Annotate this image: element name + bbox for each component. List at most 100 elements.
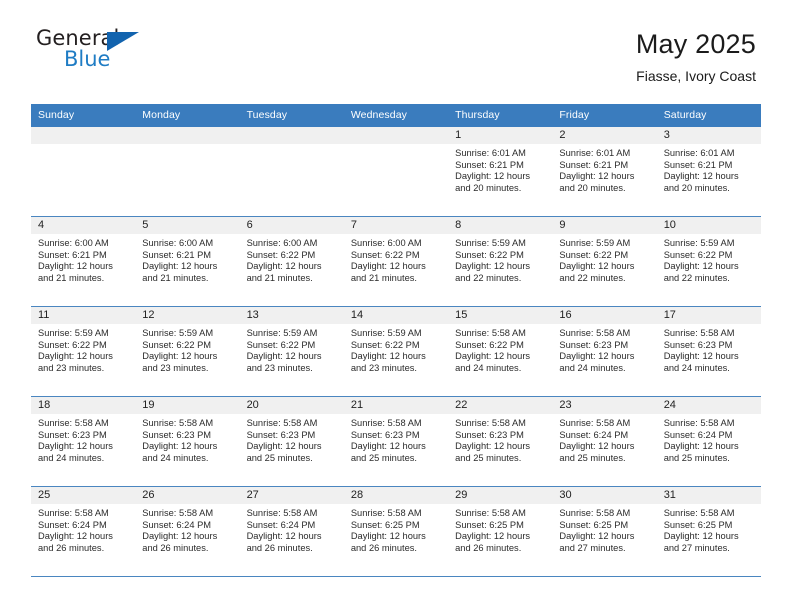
day-cell-inner: 14 Sunrise: 5:59 AM Sunset: 6:22 PM Dayligh… <box>343 307 449 396</box>
day-cell-inner: 22 Sunrise: 5:58 AM Sunset: 6:23 PM Dayligh… <box>448 397 553 486</box>
sunrise-text: Sunrise: 5:58 AM <box>559 508 631 518</box>
day-number: 16 <box>552 307 657 324</box>
weekday-header-sunday: Sunday <box>31 104 136 127</box>
day-cell-inner: 30 Sunrise: 5:58 AM Sunset: 6:25 PM Dayligh… <box>552 487 657 576</box>
calendar-day-cell[interactable]: 21 Sunrise: 5:58 AM Sunset: 6:23 PM Dayligh… <box>343 396 449 487</box>
daylight-text-line2: and 22 minutes. <box>559 272 626 283</box>
weekday-header-tuesday: Tuesday <box>239 104 344 127</box>
sunset-text: Sunset: 6:23 PM <box>246 429 316 440</box>
sunrise-text: Sunrise: 6:00 AM <box>350 238 422 248</box>
day-details: Sunrise: 5:59 AM Sunset: 6:22 PM Daylight:… <box>448 234 552 284</box>
daylight-text-line2: and 24 minutes. <box>663 362 730 373</box>
daylight-text-line1: Daylight: 12 hours <box>246 351 322 362</box>
day-cell-inner: 15 Sunrise: 5:58 AM Sunset: 6:22 PM Dayligh… <box>448 307 553 396</box>
calendar-day-cell[interactable]: 17 Sunrise: 5:58 AM Sunset: 6:23 PM Dayligh… <box>656 306 761 397</box>
sunrise-text: Sunrise: 6:01 AM <box>663 148 735 158</box>
day-cell-inner <box>31 127 136 216</box>
calendar-day-cell[interactable]: 2 Sunrise: 6:01 AM Sunset: 6:21 PM Daylight… <box>552 127 657 217</box>
day-details: Sunrise: 5:59 AM Sunset: 6:22 PM Daylight:… <box>135 324 239 374</box>
calendar-day-cell[interactable]: 1 Sunrise: 6:01 AM Sunset: 6:21 PM Daylight… <box>448 127 553 217</box>
sunrise-text: Sunrise: 5:58 AM <box>559 328 631 338</box>
calendar-day-cell[interactable]: 8 Sunrise: 5:59 AM Sunset: 6:22 PM Daylight… <box>448 216 553 307</box>
daylight-text-line1: Daylight: 12 hours <box>38 531 113 542</box>
calendar-day-cell[interactable]: 3 Sunrise: 6:01 AM Sunset: 6:21 PM Daylight… <box>656 127 761 217</box>
calendar-day-cell[interactable]: 27 Sunrise: 5:58 AM Sunset: 6:24 PM Dayligh… <box>239 486 344 577</box>
calendar-day-cell[interactable]: 19 Sunrise: 5:58 AM Sunset: 6:23 PM Dayligh… <box>135 396 240 487</box>
sunset-text: Sunset: 6:24 PM <box>38 519 107 530</box>
calendar-day-cell[interactable]: 23 Sunrise: 5:58 AM Sunset: 6:24 PM Dayligh… <box>552 396 657 487</box>
calendar-header-row-group: Sunday Monday Tuesday Wednesday Thursday… <box>31 104 761 127</box>
day-number: 13 <box>239 307 344 324</box>
weekday-header-row: Sunday Monday Tuesday Wednesday Thursday… <box>31 104 761 127</box>
calendar-day-cell[interactable]: 9 Sunrise: 5:59 AM Sunset: 6:22 PM Daylight… <box>552 216 657 307</box>
daylight-text-line1: Daylight: 12 hours <box>142 531 218 542</box>
calendar-day-cell[interactable]: 20 Sunrise: 5:58 AM Sunset: 6:23 PM Dayligh… <box>239 396 344 487</box>
calendar-day-cell[interactable]: 22 Sunrise: 5:58 AM Sunset: 6:23 PM Dayligh… <box>448 396 553 487</box>
calendar-day-cell[interactable]: 16 Sunrise: 5:58 AM Sunset: 6:23 PM Dayligh… <box>552 306 657 397</box>
sunrise-text: Sunrise: 5:59 AM <box>142 328 214 338</box>
calendar-day-cell[interactable]: 29 Sunrise: 5:58 AM Sunset: 6:25 PM Dayligh… <box>448 486 553 577</box>
general-blue-logo[interactable]: General Blue <box>36 28 156 78</box>
calendar-day-cell[interactable]: 13 Sunrise: 5:59 AM Sunset: 6:22 PM Dayligh… <box>239 306 344 397</box>
page-subtitle: Fiasse, Ivory Coast <box>636 67 756 84</box>
calendar-day-cell[interactable]: 30 Sunrise: 5:58 AM Sunset: 6:25 PM Dayligh… <box>552 486 657 577</box>
calendar-day-cell[interactable]: 18 Sunrise: 5:58 AM Sunset: 6:23 PM Dayligh… <box>31 396 136 487</box>
daylight-text-line2: and 24 minutes. <box>455 362 522 373</box>
calendar-day-cell[interactable]: 24 Sunrise: 5:58 AM Sunset: 6:24 PM Dayligh… <box>656 396 761 487</box>
day-number: 7 <box>343 217 449 234</box>
weekday-header-thursday: Thursday <box>448 104 553 127</box>
daylight-text-line1: Daylight: 12 hours <box>38 351 113 362</box>
calendar-day-cell[interactable]: 4 Sunrise: 6:00 AM Sunset: 6:21 PM Daylight… <box>31 216 136 307</box>
sunrise-text: Sunrise: 5:58 AM <box>38 508 109 518</box>
calendar-day-cell[interactable]: 12 Sunrise: 5:59 AM Sunset: 6:22 PM Dayligh… <box>135 306 240 397</box>
day-details: Sunrise: 5:58 AM Sunset: 6:23 PM Daylight:… <box>552 324 656 374</box>
day-details: Sunrise: 6:01 AM Sunset: 6:21 PM Daylight:… <box>657 144 761 194</box>
sunset-text: Sunset: 6:24 PM <box>559 429 629 440</box>
sunset-text: Sunset: 6:21 PM <box>455 159 524 170</box>
sunset-text: Sunset: 6:23 PM <box>455 429 524 440</box>
sunrise-text: Sunrise: 5:59 AM <box>38 328 109 338</box>
calendar-day-cell[interactable]: 15 Sunrise: 5:58 AM Sunset: 6:22 PM Dayligh… <box>448 306 553 397</box>
day-number: 26 <box>135 487 240 504</box>
day-cell-inner: 31 Sunrise: 5:58 AM Sunset: 6:25 PM Dayligh… <box>656 487 761 576</box>
calendar-day-cell[interactable]: 31 Sunrise: 5:58 AM Sunset: 6:25 PM Dayligh… <box>656 486 761 577</box>
day-cell-inner: 21 Sunrise: 5:58 AM Sunset: 6:23 PM Dayligh… <box>343 397 449 486</box>
calendar-day-cell[interactable]: 7 Sunrise: 6:00 AM Sunset: 6:22 PM Daylight… <box>343 216 449 307</box>
calendar-day-cell[interactable]: 6 Sunrise: 6:00 AM Sunset: 6:22 PM Daylight… <box>239 216 344 307</box>
day-number: 20 <box>239 397 344 414</box>
sunset-text: Sunset: 6:22 PM <box>350 339 420 350</box>
calendar-day-cell[interactable]: 14 Sunrise: 5:59 AM Sunset: 6:22 PM Dayligh… <box>343 306 449 397</box>
day-cell-inner: 26 Sunrise: 5:58 AM Sunset: 6:24 PM Dayligh… <box>135 487 240 576</box>
calendar-day-cell[interactable]: 10 Sunrise: 5:59 AM Sunset: 6:22 PM Dayligh… <box>656 216 761 307</box>
sunrise-text: Sunrise: 5:58 AM <box>455 508 526 518</box>
daylight-text-line2: and 26 minutes. <box>142 542 209 553</box>
calendar-day-cell[interactable]: 26 Sunrise: 5:58 AM Sunset: 6:24 PM Dayligh… <box>135 486 240 577</box>
sunset-text: Sunset: 6:23 PM <box>350 429 420 440</box>
daylight-text-line2: and 20 minutes. <box>559 182 626 193</box>
daylight-text-line1: Daylight: 12 hours <box>559 351 635 362</box>
calendar-day-cell[interactable]: 28 Sunrise: 5:58 AM Sunset: 6:25 PM Dayligh… <box>343 486 449 577</box>
day-details: Sunrise: 5:58 AM Sunset: 6:23 PM Daylight:… <box>135 414 239 464</box>
daylight-text-line1: Daylight: 12 hours <box>350 531 426 542</box>
day-number: 18 <box>31 397 136 414</box>
daylight-text-line2: and 23 minutes. <box>142 362 209 373</box>
day-details: Sunrise: 6:00 AM Sunset: 6:22 PM Daylight:… <box>240 234 344 284</box>
calendar-day-cell[interactable]: 5 Sunrise: 6:00 AM Sunset: 6:21 PM Daylight… <box>135 216 240 307</box>
daylight-text-line1: Daylight: 12 hours <box>350 441 426 452</box>
calendar-day-cell[interactable]: 11 Sunrise: 5:59 AM Sunset: 6:22 PM Dayligh… <box>31 306 136 397</box>
calendar-day-cell[interactable]: 25 Sunrise: 5:58 AM Sunset: 6:24 PM Dayligh… <box>31 486 136 577</box>
sunset-text: Sunset: 6:23 PM <box>559 339 629 350</box>
daylight-text-line1: Daylight: 12 hours <box>663 171 739 182</box>
day-details: Sunrise: 5:58 AM Sunset: 6:23 PM Daylight:… <box>657 324 761 374</box>
day-cell-inner: 7 Sunrise: 6:00 AM Sunset: 6:22 PM Daylight… <box>343 217 449 306</box>
day-details: Sunrise: 5:59 AM Sunset: 6:22 PM Daylight:… <box>552 234 656 284</box>
daylight-text-line2: and 23 minutes. <box>350 362 417 373</box>
day-details: Sunrise: 5:59 AM Sunset: 6:22 PM Daylight:… <box>344 324 448 374</box>
day-number: 19 <box>135 397 240 414</box>
daylight-text-line1: Daylight: 12 hours <box>663 261 739 272</box>
sunrise-text: Sunrise: 5:58 AM <box>455 418 526 428</box>
day-cell-inner: 12 Sunrise: 5:59 AM Sunset: 6:22 PM Dayligh… <box>135 307 240 396</box>
day-number: 8 <box>448 217 553 234</box>
calendar-page: General Blue May 2025 Fiasse, Ivory Coas… <box>0 0 792 612</box>
day-details: Sunrise: 6:01 AM Sunset: 6:21 PM Daylight:… <box>552 144 656 194</box>
